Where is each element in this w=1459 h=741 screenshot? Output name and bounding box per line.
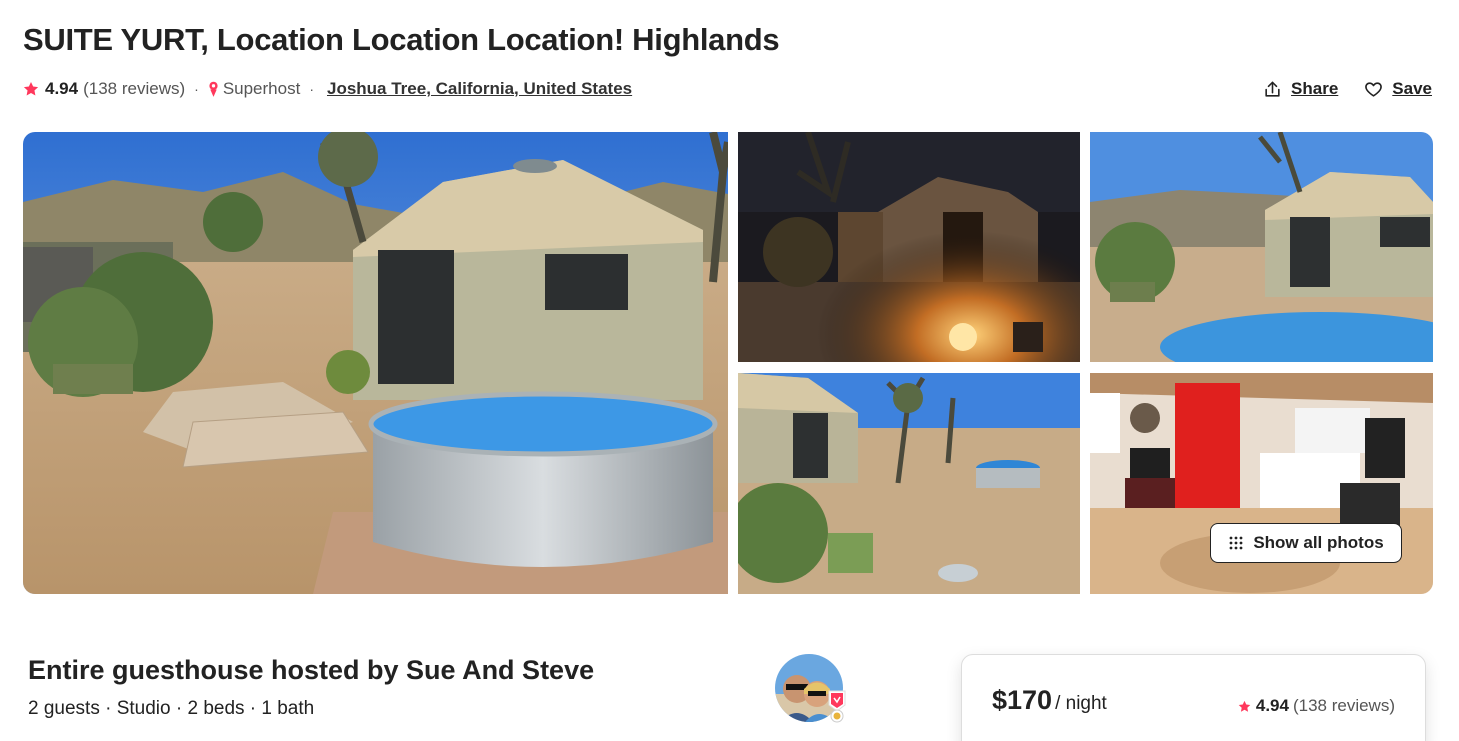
card-rating-value: 4.94 <box>1255 696 1289 715</box>
card-rating: 4.94 (138 reviews) <box>1238 696 1395 716</box>
price-unit: / night <box>1055 693 1107 714</box>
save-label: Save <box>1392 79 1432 98</box>
separator: · <box>194 81 199 97</box>
share-label: Share <box>1291 79 1339 98</box>
price-value: $170 <box>992 685 1053 715</box>
location-link[interactable]: Joshua Tree, California, United States <box>327 79 632 99</box>
price-line: $170/ night <box>992 685 1107 716</box>
superhost-icon <box>209 81 218 97</box>
photo-pool[interactable] <box>1090 132 1433 362</box>
listing-details: 2 guests · Studio · 2 beds · 1 bath <box>28 698 315 719</box>
star-icon <box>1238 700 1251 712</box>
share-icon <box>1265 81 1280 97</box>
show-all-photos-button[interactable]: Show all photos <box>1210 523 1402 563</box>
listing-meta: 4.94 (138 reviews) · Superhost · Joshua … <box>23 78 632 100</box>
star-icon <box>23 82 39 96</box>
rating-value: 4.94 <box>45 79 79 98</box>
separator: · <box>309 81 314 97</box>
show-all-photos-label: Show all photos <box>1253 533 1384 552</box>
save-button[interactable]: Save <box>1364 79 1432 99</box>
host-title: Entire guesthouse hosted by Sue And Stev… <box>28 655 595 685</box>
photo-night[interactable] <box>738 132 1080 362</box>
superhost-label: Superhost <box>222 79 301 98</box>
heart-icon <box>1365 81 1383 97</box>
listing-actions: Share Save <box>1263 79 1432 99</box>
card-reviews-count[interactable]: (138 reviews) <box>1293 696 1395 716</box>
share-button[interactable]: Share <box>1263 79 1338 99</box>
superhost-badge-icon <box>828 690 846 723</box>
reviews-count[interactable]: (138 reviews) <box>83 79 185 99</box>
booking-card: $170/ night 4.94 (138 reviews) <box>961 654 1426 741</box>
photo-main[interactable] <box>23 132 728 594</box>
grid-dots-icon <box>1229 536 1243 550</box>
listing-title: SUITE YURT, Location Location Location! … <box>23 22 780 57</box>
photo-yard[interactable] <box>738 373 1080 594</box>
